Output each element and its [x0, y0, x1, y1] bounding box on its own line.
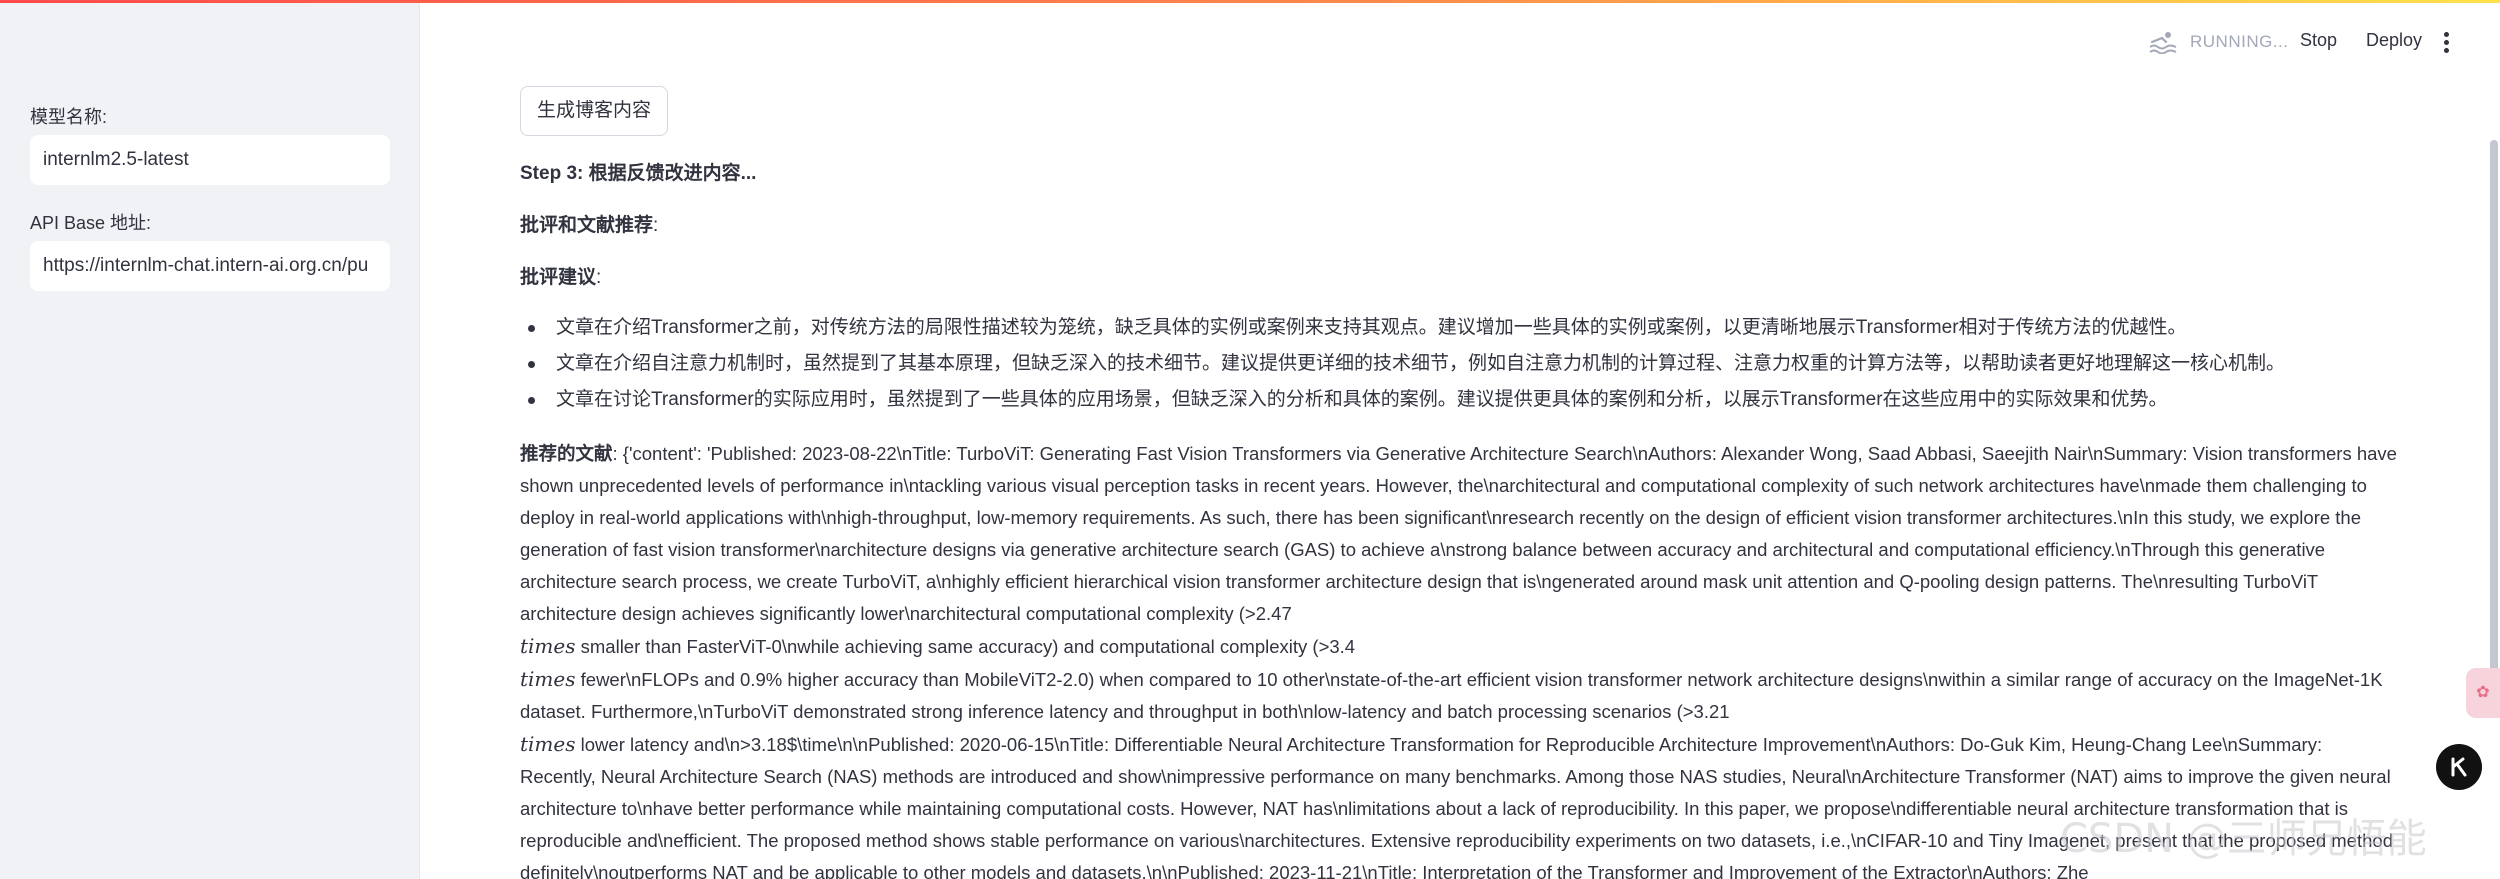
api-base-input[interactable]: https://internlm-chat.intern-ai.org.cn/p…	[30, 241, 390, 291]
literature-text-1: : {'content': 'Published: 2023-08-22\nTi…	[520, 443, 2397, 624]
critique-colon: :	[653, 215, 659, 236]
suggest-heading-line: 批评建议:	[520, 262, 601, 294]
literature-text-3: fewer\nFLOPs and 0.9% higher accuracy th…	[520, 669, 2383, 722]
math-times: times	[520, 634, 576, 658]
model-name-input[interactable]: internlm2.5-latest	[30, 135, 390, 185]
suggest-heading: 批评建议	[520, 267, 597, 288]
critique-heading-line: 批评和文献推荐:	[520, 210, 658, 242]
literature-heading: 推荐的文献	[520, 443, 613, 464]
math-times: times	[520, 667, 576, 691]
stop-button[interactable]: Stop	[2300, 30, 2337, 51]
generate-blog-button[interactable]: 生成博客内容	[520, 86, 669, 136]
vertical-scrollbar[interactable]	[2490, 140, 2498, 680]
critique-heading: 批评和文献推荐	[520, 215, 654, 236]
sidebar: 模型名称: internlm2.5-latest API Base 地址: ht…	[0, 3, 420, 879]
step-heading: Step 3: 根据反馈改进内容...	[520, 163, 757, 184]
floating-action-button[interactable]	[2436, 744, 2482, 790]
translate-icon: ✿	[2476, 684, 2490, 701]
list-item: 文章在讨论Transformer的实际应用时，虽然提到了一些具体的应用场景，但缺…	[520, 382, 2400, 418]
running-text: RUNNING...	[2190, 32, 2289, 51]
list-item: 文章在介绍自注意力机制时，虽然提到了其基本原理，但缺乏深入的技术细节。建议提供更…	[520, 346, 2400, 382]
deploy-button[interactable]: Deploy	[2366, 30, 2422, 51]
swimmer-icon	[2149, 32, 2177, 54]
side-translate-tab[interactable]: ✿	[2466, 668, 2500, 718]
watermark: CSDN @三师兄悟能	[2060, 816, 2427, 862]
list-item: 文章在介绍Transformer之前，对传统方法的局限性描述较为笼统，缺乏具体的…	[520, 310, 2400, 346]
literature-text-2: smaller than FasterViT-0\nwhile achievin…	[575, 636, 1356, 657]
running-status: RUNNING...	[2148, 30, 2289, 54]
api-base-label: API Base 地址:	[30, 213, 152, 233]
assistant-icon	[2451, 757, 2467, 777]
more-menu-icon[interactable]	[2442, 32, 2450, 54]
math-times: times	[520, 732, 576, 756]
critique-list: 文章在介绍Transformer之前，对传统方法的局限性描述较为笼统，缺乏具体的…	[520, 310, 2400, 418]
suggest-colon: :	[596, 267, 602, 288]
model-name-label: 模型名称:	[30, 107, 108, 127]
